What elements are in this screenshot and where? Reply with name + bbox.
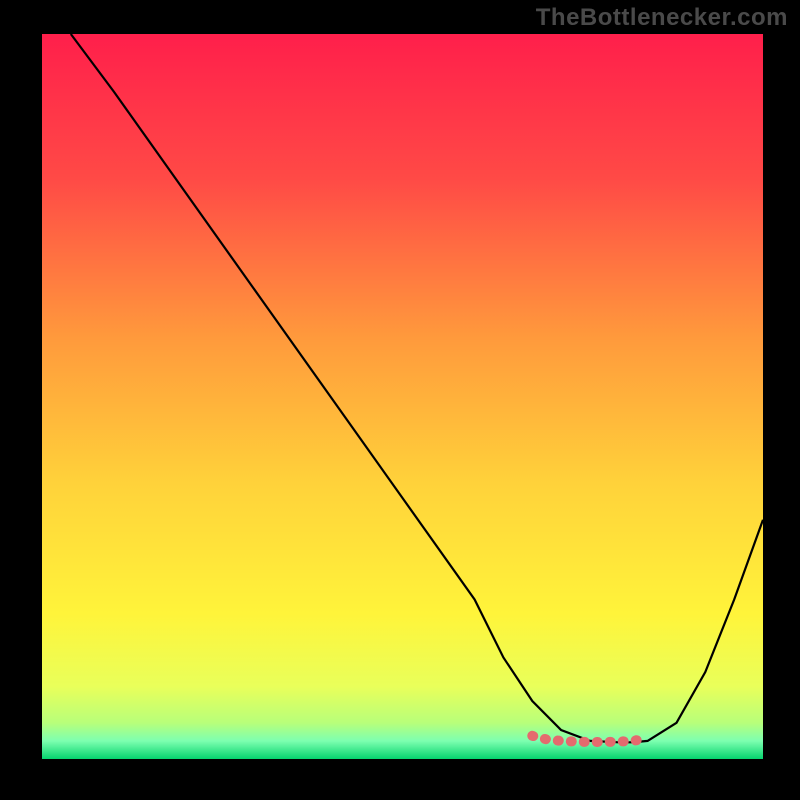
- chart-frame: TheBottlenecker.com: [0, 0, 800, 800]
- bottleneck-chart: [0, 0, 800, 800]
- watermark-text: TheBottlenecker.com: [536, 4, 788, 32]
